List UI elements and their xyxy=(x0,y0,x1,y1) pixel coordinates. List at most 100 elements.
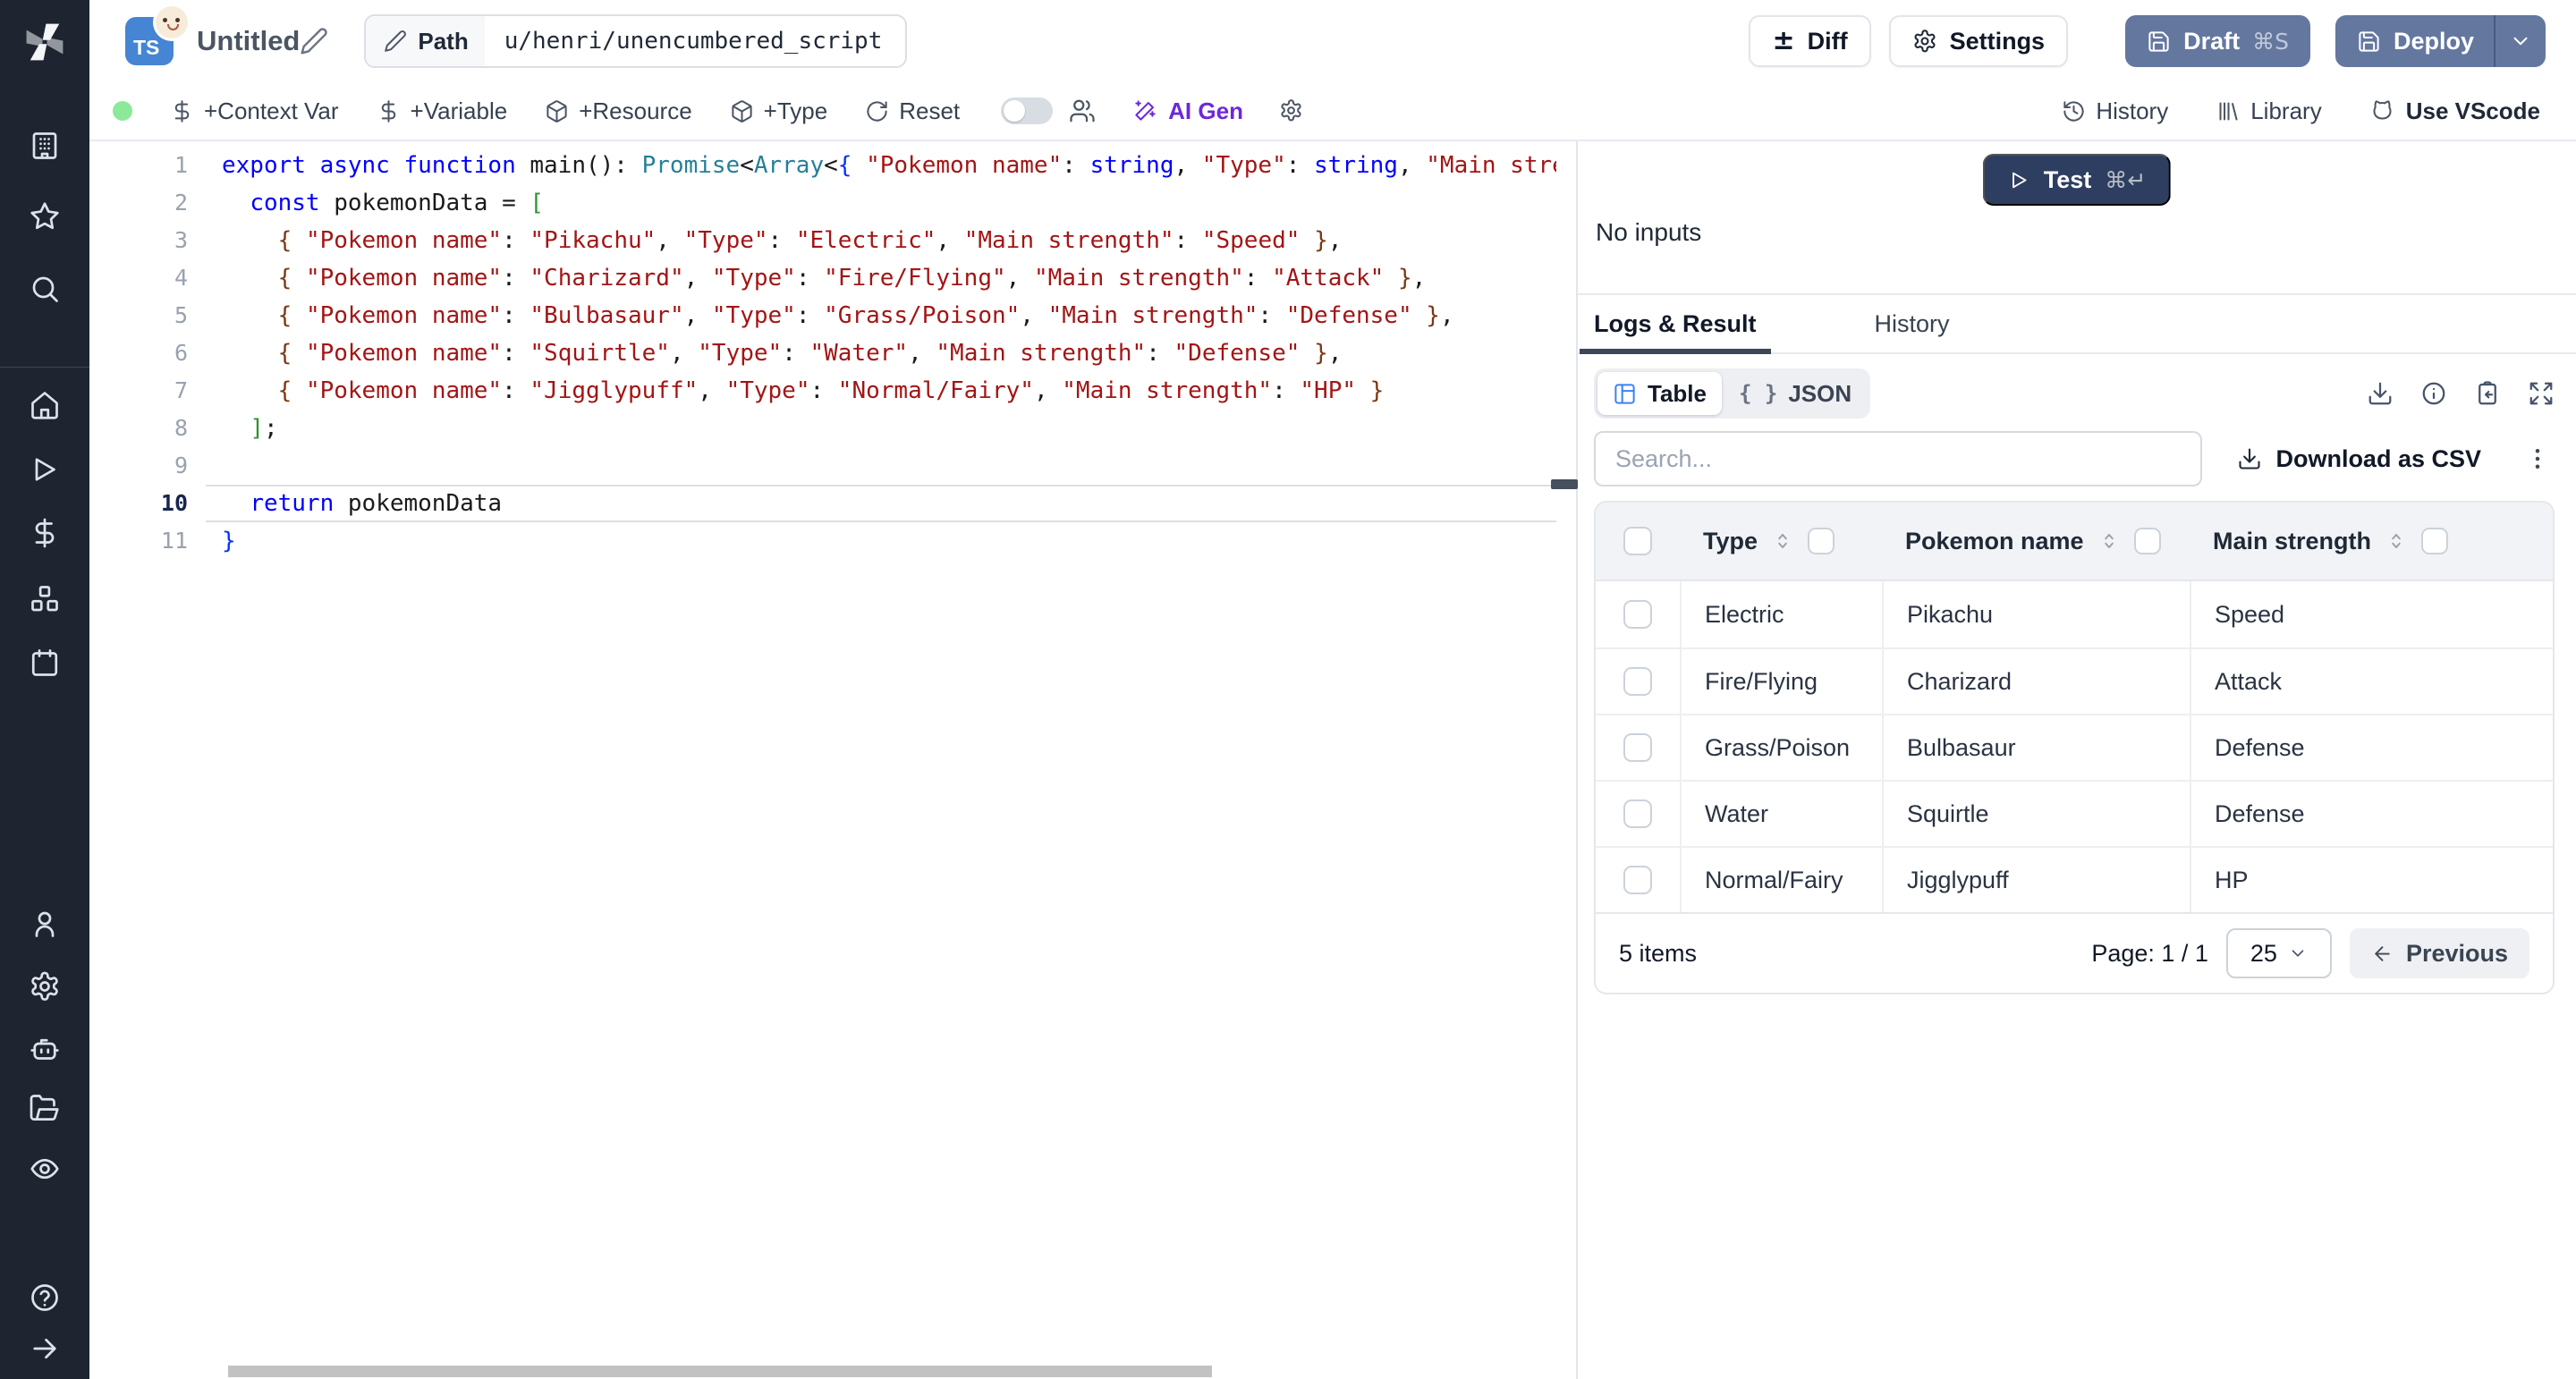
search-input[interactable] xyxy=(1594,431,2202,486)
settings-button[interactable]: Settings xyxy=(1889,15,2069,67)
library-label: Library xyxy=(2250,97,2321,125)
dollar-icon xyxy=(29,517,61,549)
code-line[interactable]: 7 { "Pokemon name": "Jigglypuff", "Type"… xyxy=(89,372,1556,410)
edit-title-pencil-icon[interactable] xyxy=(300,27,328,55)
tab-logs-result[interactable]: Logs & Result xyxy=(1580,295,1771,352)
sidebar-item-folders[interactable] xyxy=(29,1092,61,1124)
path-group[interactable]: Path u/henri/unencumbered_script xyxy=(364,14,907,68)
view-json-button[interactable]: { } JSON xyxy=(1724,372,1867,415)
sidebar-item-schedules[interactable] xyxy=(29,647,61,679)
sort-icon[interactable] xyxy=(2097,529,2121,553)
add-type-button[interactable]: +Type xyxy=(730,97,828,125)
download-result-icon[interactable] xyxy=(2367,380,2394,407)
horizontal-scrollbar[interactable] xyxy=(228,1366,1212,1377)
add-context-var-button[interactable]: +Context Var xyxy=(170,97,339,125)
row-checkbox[interactable] xyxy=(1623,866,1652,894)
windmill-logo-icon[interactable] xyxy=(22,20,67,64)
code-line[interactable]: 1export async function main(): Promise<A… xyxy=(89,147,1556,184)
overview-ruler-cursor[interactable] xyxy=(1551,479,1578,489)
column-checkbox[interactable] xyxy=(2421,528,2448,554)
sidebar-item-help[interactable] xyxy=(29,1282,61,1314)
use-vscode-label: Use VScode xyxy=(2406,97,2540,125)
sort-icon[interactable] xyxy=(1771,529,1794,553)
view-table-label: Table xyxy=(1648,380,1707,408)
more-options-icon[interactable] xyxy=(2524,445,2551,472)
row-checkbox[interactable] xyxy=(1623,600,1652,629)
gear-icon xyxy=(1912,29,1937,54)
copy-to-clipboard-icon[interactable] xyxy=(2474,380,2501,407)
code-editor[interactable]: 1export async function main(): Promise<A… xyxy=(89,141,1576,1379)
test-button[interactable]: Test ⌘↵ xyxy=(1983,154,2171,206)
sidebar-item-audit-logs[interactable] xyxy=(29,1153,61,1185)
code-line[interactable]: 10 return pokemonData xyxy=(89,485,1556,522)
chevron-down-icon xyxy=(2509,30,2532,53)
previous-page-button[interactable]: Previous xyxy=(2350,928,2529,978)
sidebar-item-workers[interactable] xyxy=(29,1033,61,1065)
view-table-button[interactable]: Table xyxy=(1597,372,1722,415)
code-line[interactable]: 6 { "Pokemon name": "Squirtle", "Type": … xyxy=(89,334,1556,372)
multiplayer-toggle[interactable] xyxy=(1001,97,1053,124)
table-row[interactable]: Grass/PoisonBulbasaurDefense xyxy=(1596,714,2553,780)
draft-button[interactable]: Draft ⌘S xyxy=(2125,15,2310,67)
info-icon[interactable] xyxy=(2420,380,2447,407)
editor-settings-button[interactable] xyxy=(1279,98,1305,124)
sidebar-item-home[interactable] xyxy=(29,389,61,421)
sidebar-item-workspace[interactable] xyxy=(29,130,61,162)
column-checkbox[interactable] xyxy=(1808,528,1835,554)
sidebar-item-variables[interactable] xyxy=(29,517,61,549)
sidebar xyxy=(0,0,89,1379)
library-button[interactable]: Library xyxy=(2216,97,2321,125)
tab-history[interactable]: History xyxy=(1860,295,1964,352)
code-line[interactable]: 8 ]; xyxy=(89,410,1556,447)
arrow-left-icon xyxy=(2371,943,2394,965)
code-line[interactable]: 9 xyxy=(89,447,1556,485)
tab-history-label: History xyxy=(1875,310,1950,338)
code-text: { "Pokemon name": "Bulbasaur", "Type": "… xyxy=(222,297,1454,334)
path-value[interactable]: u/henri/unencumbered_script xyxy=(485,28,906,55)
diff-button[interactable]: ± Diff xyxy=(1749,15,1870,67)
reset-button[interactable]: Reset xyxy=(865,97,960,125)
history-button[interactable]: History xyxy=(2062,97,2168,125)
code-line[interactable]: 3 { "Pokemon name": "Pikachu", "Type": "… xyxy=(89,222,1556,259)
sidebar-item-search[interactable] xyxy=(29,273,61,305)
sidebar-item-resources[interactable] xyxy=(29,583,61,615)
add-resource-button[interactable]: +Resource xyxy=(545,97,691,125)
use-vscode-button[interactable]: Use VScode xyxy=(2370,97,2540,125)
deploy-dropdown-button[interactable] xyxy=(2494,15,2546,67)
row-checkbox[interactable] xyxy=(1623,799,1652,828)
home-icon xyxy=(29,389,61,421)
gear-icon xyxy=(29,970,61,1003)
row-checkbox[interactable] xyxy=(1623,733,1652,762)
tab-logs-result-label: Logs & Result xyxy=(1594,310,1757,338)
sidebar-item-settings[interactable] xyxy=(29,970,61,1003)
sidebar-item-expand[interactable] xyxy=(29,1332,61,1365)
cat-icon xyxy=(2370,98,2396,124)
download-csv-label: Download as CSV xyxy=(2275,445,2481,473)
row-checkbox[interactable] xyxy=(1623,667,1652,696)
script-emoji-avatar xyxy=(156,6,188,38)
sidebar-item-runs[interactable] xyxy=(29,453,61,486)
table-row[interactable]: ElectricPikachuSpeed xyxy=(1596,581,2553,647)
line-number: 9 xyxy=(89,447,188,485)
sidebar-item-users[interactable] xyxy=(29,908,61,940)
download-csv-button[interactable]: Download as CSV xyxy=(2237,445,2481,473)
code-line[interactable]: 4 { "Pokemon name": "Charizard", "Type":… xyxy=(89,259,1556,297)
table-row[interactable]: WaterSquirtleDefense xyxy=(1596,780,2553,846)
sort-icon[interactable] xyxy=(2385,529,2408,553)
code-line[interactable]: 11} xyxy=(89,522,1556,560)
add-variable-button[interactable]: +Variable xyxy=(377,97,508,125)
table-footer: 5 items Page: 1 / 1 25 Previous xyxy=(1596,912,2553,993)
code-line[interactable]: 2 const pokemonData = [ xyxy=(89,184,1556,222)
column-checkbox[interactable] xyxy=(2134,528,2161,554)
expand-icon[interactable] xyxy=(2528,380,2555,407)
sidebar-item-favorites[interactable] xyxy=(29,200,61,233)
table-row[interactable]: Fire/FlyingCharizardAttack xyxy=(1596,647,2553,714)
table-cell: Squirtle xyxy=(1882,782,2190,846)
table-row[interactable]: Normal/FairyJigglypuffHP xyxy=(1596,846,2553,912)
select-all-checkbox[interactable] xyxy=(1623,527,1652,555)
line-number: 4 xyxy=(89,259,188,297)
code-line[interactable]: 5 { "Pokemon name": "Bulbasaur", "Type":… xyxy=(89,297,1556,334)
page-size-select[interactable]: 25 xyxy=(2226,928,2332,978)
deploy-button[interactable]: Deploy xyxy=(2335,15,2494,67)
ai-gen-button[interactable]: AI Gen xyxy=(1133,97,1243,125)
